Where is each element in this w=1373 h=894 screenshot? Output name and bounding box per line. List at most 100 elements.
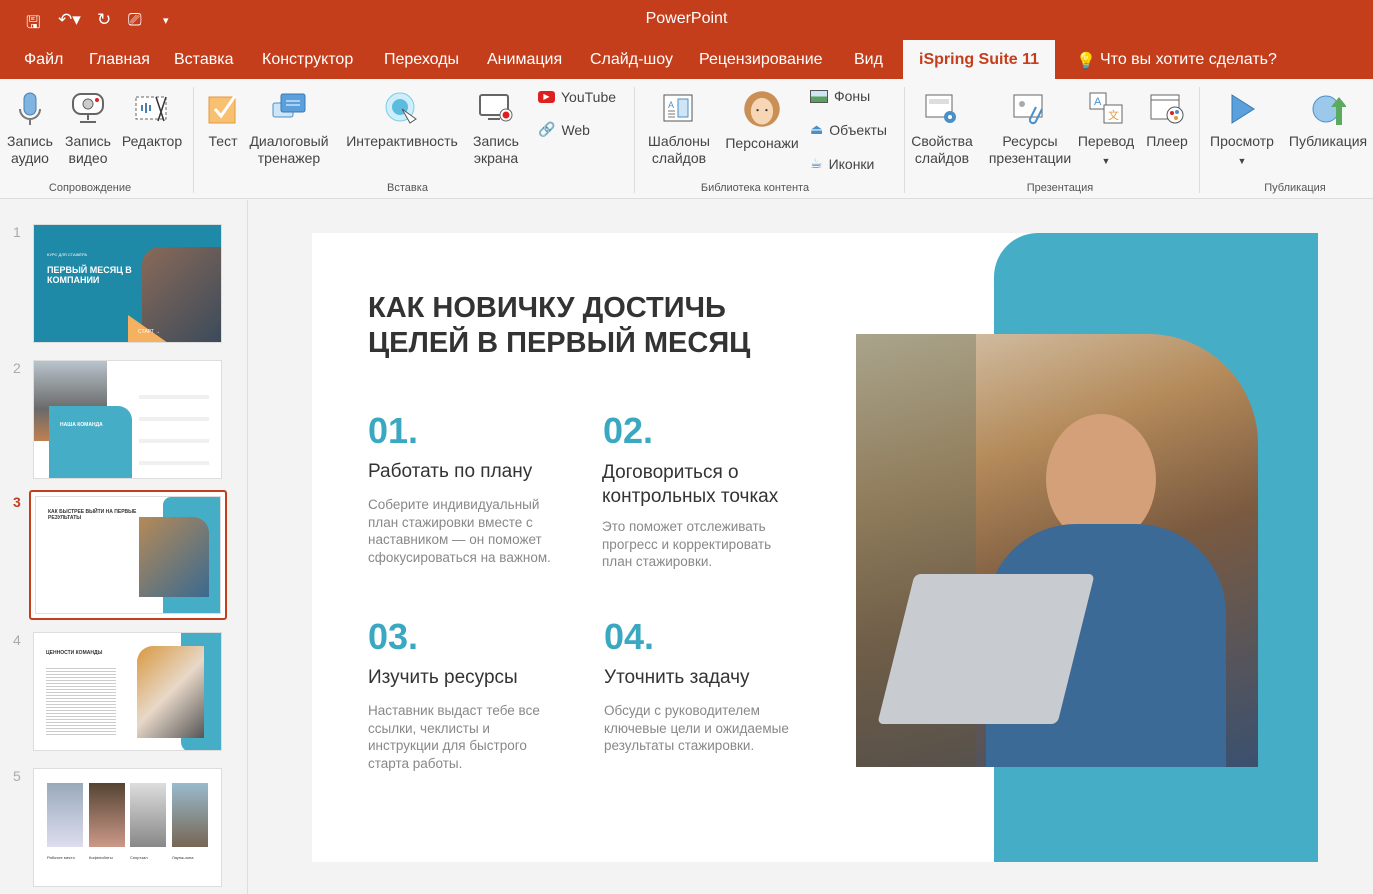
step-number: 01. — [368, 410, 419, 451]
group-label-presentation: Презентация — [1026, 182, 1094, 194]
preview-button[interactable]: Просмотр ▼ — [1206, 91, 1278, 170]
ribbon-tabs: Файл Главная Вставка Конструктор Переход… — [0, 40, 1373, 79]
step-body: Соберите индивидуальный план стажировки … — [368, 497, 551, 565]
icons-button[interactable]: ☕ Иконки — [810, 155, 874, 172]
microphone-icon — [19, 92, 41, 125]
interactivity-button[interactable]: Интерактивность — [340, 91, 464, 150]
link-icon: 🔗 — [538, 121, 556, 137]
webcam-icon — [72, 93, 104, 123]
step-body: Обсуди с руководителем ключевые цели и о… — [604, 703, 789, 753]
thumb-title: НАША КОМАНДА — [60, 422, 103, 428]
slide-canvas[interactable]: КАК НОВИЧКУ ДОСТИЧЬ ЦЕЛЕЙ В ПЕРВЫЙ МЕСЯЦ … — [312, 233, 1318, 862]
title-line-1: КАК НОВИЧКУ ДОСТИЧЬ — [368, 292, 726, 324]
tab-view[interactable]: Вид — [854, 51, 883, 69]
translate-dropdown-icon[interactable]: ▼ — [1076, 153, 1136, 170]
quiz-button[interactable]: Тест — [205, 91, 241, 150]
step-heading: Договориться о контрольных точках — [602, 462, 779, 507]
ribbon: Запись аудио Запись видео Редактор Сопро… — [0, 79, 1373, 199]
translate-icon: A文 — [1089, 92, 1123, 124]
tab-design[interactable]: Конструктор — [262, 51, 353, 69]
landscape-icon — [810, 89, 828, 103]
objects-button[interactable]: ⏏ Объекты — [810, 121, 887, 138]
tell-me-icon: 💡 — [1076, 53, 1096, 70]
thumb-title: КАК БЫСТРЕЕ ВЫЙТИ НА ПЕРВЫЕ РЕЗУЛЬТАТЫ — [48, 509, 137, 521]
slide-thumbnail-5[interactable]: Рабочее место Кофепойнты Спортзал Лаунж-… — [33, 768, 222, 887]
youtube-button[interactable]: ▶ YouTube — [538, 89, 616, 105]
group-label-narration: Сопровождение — [48, 182, 132, 194]
player-button[interactable]: Плеер — [1142, 91, 1192, 150]
svg-text:A: A — [668, 100, 674, 110]
lamp-icon: ⏏ — [810, 121, 824, 137]
thumb-title: ЦЕННОСТИ КОМАНДЫ — [46, 650, 103, 656]
step-number: 02. — [603, 410, 654, 451]
group-label-library: Библиотека контента — [700, 182, 810, 194]
slide-number: 1 — [13, 224, 21, 240]
slide-settings-icon — [925, 94, 956, 123]
video-editor-icon — [135, 96, 167, 122]
thumb-label: Спортзал — [130, 855, 148, 860]
thumb-kicker: КУРС ДЛЯ СТАЖЁРА — [47, 252, 88, 257]
preview-dropdown-icon[interactable]: ▼ — [1206, 153, 1278, 170]
character-face-icon — [744, 91, 780, 127]
slide-title: КАК НОВИЧКУ ДОСТИЧЬ ЦЕЛЕЙ В ПЕРВЫЙ МЕСЯЦ — [368, 291, 750, 361]
slide-properties-button[interactable]: Свойства слайдов — [908, 91, 976, 167]
thumb-start-button: СТАРТ → — [138, 329, 161, 335]
screen-record-icon — [479, 94, 513, 122]
photo-man-laptop — [856, 334, 1258, 767]
presentation-resources-button[interactable]: Ресурсы презентации — [984, 91, 1076, 167]
step-number: 03. — [368, 616, 419, 657]
thumb-label: Рабочее место — [47, 855, 75, 860]
dialog-simulator-button[interactable]: Диалоговый тренажер — [245, 91, 333, 167]
step-number: 04. — [604, 616, 655, 657]
tell-me-input[interactable]: Что вы хотите сделать? — [1100, 51, 1277, 69]
tab-ispring[interactable]: iSpring Suite 11 — [903, 40, 1056, 79]
slide-number: 2 — [13, 360, 21, 376]
svg-text:文: 文 — [1108, 108, 1119, 122]
slide-templates-button[interactable]: A Шаблоны слайдов — [644, 91, 714, 167]
tab-review[interactable]: Рецензирование — [699, 51, 823, 69]
title-bar: 🖫 ↶▾ ↻ ⎚ ▾ PowerPoint — [0, 0, 1373, 40]
play-icon — [1231, 94, 1255, 124]
slide-number: 3 — [13, 494, 21, 510]
tab-insert[interactable]: Вставка — [174, 51, 233, 69]
translate-button[interactable]: A 文 Перевод ▼ — [1076, 91, 1136, 170]
step-body: Это поможет отслеживать прогресс и корре… — [602, 519, 772, 569]
tab-file[interactable]: Файл — [24, 51, 63, 69]
thumb-label: Кофепойнты — [89, 855, 113, 860]
slide-thumbnail-1[interactable]: КУРС ДЛЯ СТАЖЁРА ПЕРВЫЙ МЕСЯЦ В КОМПАНИИ… — [33, 224, 222, 343]
publish-button[interactable]: Публикация — [1284, 91, 1372, 150]
step-body: Наставник выдаст тебе все ссылки, чеклис… — [368, 703, 540, 771]
slide-thumbnail-2[interactable]: НАША КОМАНДА — [33, 360, 222, 479]
tab-transitions[interactable]: Переходы — [384, 51, 459, 69]
slide-number: 5 — [13, 768, 21, 784]
chat-bubbles-icon — [272, 93, 306, 118]
group-label-insert: Вставка — [387, 182, 428, 194]
cup-icon: ☕ — [810, 155, 823, 171]
group-label-publish: Публикация — [1264, 182, 1326, 194]
slide-thumbnails-pane: 1 КУРС ДЛЯ СТАЖЁРА ПЕРВЫЙ МЕСЯЦ В КОМПАН… — [0, 200, 248, 894]
thumb-label: Лаунж-зона — [172, 855, 194, 860]
title-line-2: ЦЕЛЕЙ В ПЕРВЫЙ МЕСЯЦ — [368, 327, 751, 359]
slide-number: 4 — [13, 632, 21, 648]
tab-animations[interactable]: Анимация — [487, 51, 562, 69]
record-audio-button[interactable]: Запись аудио — [4, 91, 56, 167]
step-heading: Изучить ресурсы — [368, 667, 518, 688]
screen-record-button[interactable]: Запись экрана — [470, 91, 522, 167]
characters-button[interactable]: Персонажи — [722, 89, 802, 152]
record-video-button[interactable]: Запись видео — [62, 91, 114, 167]
quiz-checkbox-icon — [208, 95, 237, 124]
web-button[interactable]: 🔗 Web — [538, 121, 590, 138]
slide-thumbnail-3-selected[interactable]: КАК БЫСТРЕЕ ВЫЙТИ НА ПЕРВЫЕ РЕЗУЛЬТАТЫ — [29, 490, 227, 620]
editor-button[interactable]: Редактор — [120, 91, 184, 150]
thumb-title: ПЕРВЫЙ МЕСЯЦ В КОМПАНИИ — [47, 265, 132, 285]
globe-upload-icon — [1312, 95, 1346, 125]
player-palette-icon — [1150, 94, 1184, 124]
attachment-icon — [1013, 94, 1043, 125]
tab-slideshow[interactable]: Слайд-шоу — [590, 51, 673, 69]
slide-thumbnail-4[interactable]: ЦЕННОСТИ КОМАНДЫ — [33, 632, 222, 751]
slide-template-icon: A — [663, 94, 693, 122]
tab-home[interactable]: Главная — [89, 51, 150, 69]
step-heading: Работать по плану — [368, 461, 533, 482]
backgrounds-button[interactable]: Фоны — [810, 88, 870, 104]
youtube-icon: ▶ — [538, 91, 555, 103]
